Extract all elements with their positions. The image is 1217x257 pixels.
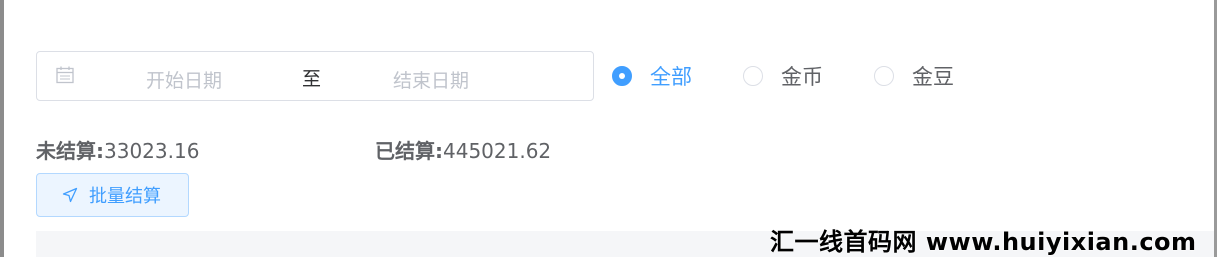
radio-all[interactable]: 全部	[612, 62, 692, 90]
radio-circle	[874, 66, 894, 86]
date-range-picker[interactable]: 开始日期 至 结束日期	[36, 51, 594, 101]
radio-label-gold-coin: 金币	[781, 65, 823, 89]
date-range-separator: 至	[302, 68, 322, 90]
send-icon	[62, 187, 78, 203]
radio-gold-coin[interactable]: 金币	[743, 62, 823, 90]
unsettled-stat: 未结算:33023.16	[36, 135, 199, 164]
window-left-edge	[0, 0, 4, 257]
radio-label-all: 全部	[650, 65, 692, 89]
unsettled-value: 33023.16	[104, 139, 200, 163]
start-date-input[interactable]: 开始日期	[146, 66, 222, 93]
settled-value: 445021.62	[443, 139, 552, 163]
settled-stat: 已结算:445021.62	[375, 135, 551, 164]
end-date-input[interactable]: 结束日期	[393, 66, 469, 93]
watermark-text: 汇一线首码网 www.huiyixian.com	[770, 228, 1197, 256]
calendar-icon	[56, 66, 74, 84]
radio-circle-checked	[612, 66, 632, 86]
radio-gold-bean[interactable]: 金豆	[874, 62, 954, 90]
settled-label: 已结算:	[375, 139, 443, 163]
radio-circle	[743, 66, 763, 86]
batch-settle-button[interactable]: 批量结算	[36, 173, 189, 217]
batch-settle-label: 批量结算	[89, 186, 161, 207]
unsettled-label: 未结算:	[36, 139, 104, 163]
radio-label-gold-bean: 金豆	[912, 65, 954, 89]
